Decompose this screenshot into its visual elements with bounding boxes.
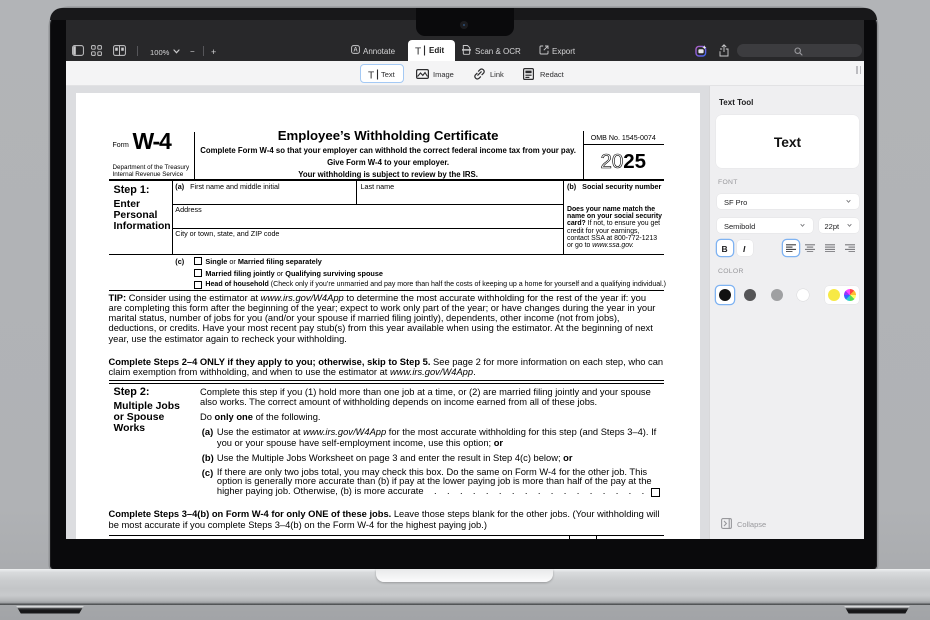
- svg-text:A: A: [353, 48, 358, 54]
- svg-text:T: T: [368, 70, 374, 80]
- svg-text:T: T: [415, 46, 421, 56]
